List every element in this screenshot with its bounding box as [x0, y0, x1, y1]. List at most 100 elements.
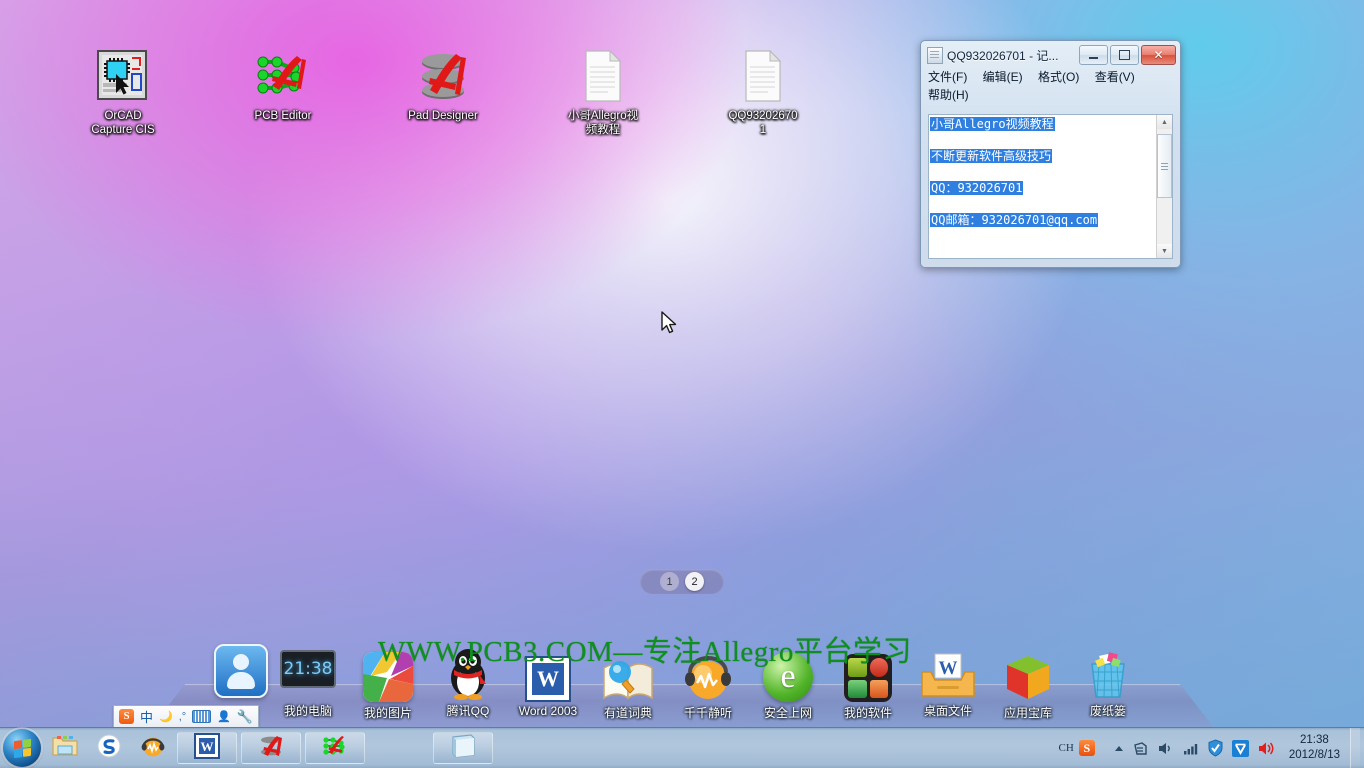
minimize-button[interactable] [1079, 45, 1108, 65]
scroll-down-arrow[interactable]: ▼ [1157, 244, 1172, 258]
action-center-icon[interactable] [1132, 740, 1149, 757]
quicklaunch-explorer[interactable] [45, 732, 85, 764]
notepad-text-area[interactable]: 小哥Allegro视频教程 不断更新软件高级技巧 QQ：932026701 QQ… [928, 114, 1173, 259]
taskbar-window-pcb-editor[interactable] [305, 732, 365, 764]
pad-designer-icon [383, 45, 503, 107]
windows-taskbar[interactable]: W CH S 21:38 2012/8/13 [0, 727, 1364, 768]
notepad-window[interactable]: QQ932026701 - 记... ✕ 文件(F) 编辑(E) 格式(O) 查… [920, 40, 1181, 268]
maximize-button[interactable] [1110, 45, 1139, 65]
notepad-title-bar[interactable]: QQ932026701 - 记... ✕ [924, 44, 1177, 66]
desktop-icon-allegro-video-tutorial[interactable]: 小哥Allegro视 频教程 [543, 45, 663, 137]
system-tray[interactable]: CH S 21:38 2012/8/13 [1059, 728, 1364, 768]
word-icon: W [194, 732, 220, 764]
dock-item-label: 我的软件 [843, 706, 892, 720]
menu-item-edit[interactable]: 编辑(E) [983, 70, 1023, 84]
notepad-icon [449, 733, 477, 764]
clock-time: 21:38 [1300, 734, 1329, 746]
windows-logo-icon [13, 738, 31, 758]
monitor-clock-icon: 21:38 [265, 644, 351, 700]
menu-item-help[interactable]: 帮助(H) [928, 88, 969, 102]
dock-item-recycle-bin[interactable]: 废纸篓 [1065, 644, 1151, 719]
site-watermark: WWW.PCB3.COM—专注Allegro平台学习 [378, 636, 912, 668]
dock-item-label: 安全上网 [763, 706, 812, 720]
notepad-menu-bar[interactable]: 文件(F) 编辑(E) 格式(O) 查看(V) 帮助(H) [924, 66, 1177, 106]
taskbar-clock[interactable]: 21:38 2012/8/13 [1289, 733, 1350, 763]
folder-icon [52, 734, 78, 763]
desktop-page-indicator[interactable]: 1 2 [640, 569, 724, 594]
dock-item-label: 有道词典 [603, 706, 652, 720]
desktop-icon-label: 小哥Allegro视 频教程 [567, 110, 639, 136]
pcb-editor-icon [321, 733, 349, 764]
music-face-icon [141, 734, 165, 763]
desktop-icon-label: OrCAD Capture CIS [91, 110, 155, 136]
desktop-icon-orcad-capture-cis[interactable]: OrCAD Capture CIS [63, 45, 183, 137]
show-desktop-button[interactable] [1350, 728, 1360, 768]
antivirus-icon[interactable] [1231, 739, 1249, 757]
text-file-icon [703, 45, 823, 107]
desktop-icon-pad-designer[interactable]: Pad Designer [383, 45, 503, 124]
desktop-icon-label: PCB Editor [254, 110, 312, 122]
tray-sogou-ime-icon[interactable]: S [1078, 740, 1095, 756]
file-tray-icon: W [905, 644, 991, 700]
dock-item-desktop-files[interactable]: W 桌面文件 [905, 644, 991, 719]
scrollbar-thumb[interactable] [1157, 134, 1172, 198]
network-icon[interactable] [1182, 740, 1199, 757]
tray-language-indicator[interactable]: CH [1059, 742, 1074, 754]
notepad-line: 不断更新软件高级技巧 [930, 149, 1053, 163]
punctuation-icon[interactable]: ,° [179, 711, 186, 723]
menu-item-view[interactable]: 查看(V) [1095, 70, 1135, 84]
recycle-bin-icon [1065, 644, 1151, 700]
menu-item-file[interactable]: 文件(F) [928, 70, 967, 84]
mouse-cursor [660, 310, 678, 341]
svg-text:W: W [201, 739, 214, 754]
dock-item-label: Word 2003 [518, 704, 578, 718]
desktop-icon-pcb-editor[interactable]: PCB Editor [223, 45, 343, 124]
notepad-content[interactable]: 小哥Allegro视频教程 不断更新软件高级技巧 QQ：932026701 QQ… [929, 115, 1156, 258]
dock-item-label: 我的图片 [363, 706, 412, 720]
user-icon[interactable]: 👤 [217, 710, 231, 723]
notepad-icon [927, 46, 943, 64]
volume-icon[interactable] [1157, 740, 1174, 757]
page-dot-2[interactable]: 2 [685, 572, 704, 591]
ime-mode-chinese[interactable]: 中 [140, 707, 153, 726]
taskbar-window-pad-designer[interactable] [241, 732, 301, 764]
text-file-icon [543, 45, 663, 107]
dock-item-my-computer[interactable]: 21:38 我的电脑 [265, 644, 351, 719]
dock-item-app-treasury[interactable]: 应用宝库 [985, 646, 1071, 721]
dock-item-label: 千千静听 [683, 706, 732, 720]
moon-icon[interactable]: 🌙 [159, 710, 173, 723]
desktop-icon-label: Pad Designer [408, 110, 478, 122]
sogou-ime-bar[interactable]: S 中 🌙 ,° 👤 🔧 [113, 705, 260, 728]
notepad-scrollbar[interactable]: ▲ ▼ [1156, 115, 1172, 258]
dock-item-label: 废纸篓 [1089, 704, 1126, 718]
show-hidden-icons-button[interactable] [1114, 745, 1123, 751]
keyboard-icon[interactable] [192, 710, 212, 723]
quicklaunch-sogou[interactable] [89, 732, 129, 764]
speaker-icon[interactable] [1257, 740, 1275, 757]
page-dot-1[interactable]: 1 [660, 572, 679, 591]
taskbar-window-word-2003[interactable]: W [177, 732, 237, 764]
pad-designer-icon [257, 733, 285, 764]
taskbar-window-notepad[interactable] [433, 732, 493, 764]
wrench-icon[interactable]: 🔧 [237, 709, 253, 725]
notepad-line: QQ：932026701 [930, 181, 1024, 195]
orcad-capture-cis-icon [63, 45, 183, 107]
sogou-s-icon [97, 734, 121, 763]
menu-item-format[interactable]: 格式(O) [1038, 70, 1079, 84]
sogou-logo-icon[interactable]: S [119, 709, 134, 724]
dock-clock-display: 21:38 [280, 650, 336, 688]
notepad-title-text: QQ932026701 - 记... [947, 48, 1059, 63]
cube-icon [985, 646, 1071, 702]
desktop-icon-qq-text-file[interactable]: QQ93202670 1 [703, 45, 823, 137]
shield-icon[interactable] [1207, 739, 1224, 757]
start-button[interactable] [3, 729, 41, 767]
quicklaunch-music[interactable] [133, 732, 173, 764]
pcb-editor-icon [223, 45, 343, 107]
clock-date: 2012/8/13 [1288, 749, 1340, 761]
svg-text:W: W [939, 658, 958, 679]
dock-item-label: 我的电脑 [283, 704, 332, 718]
desktop-icon-label: QQ93202670 1 [728, 110, 798, 136]
scroll-up-arrow[interactable]: ▲ [1157, 115, 1172, 129]
close-button[interactable]: ✕ [1141, 45, 1176, 65]
dock-item-label: 桌面文件 [923, 704, 972, 718]
